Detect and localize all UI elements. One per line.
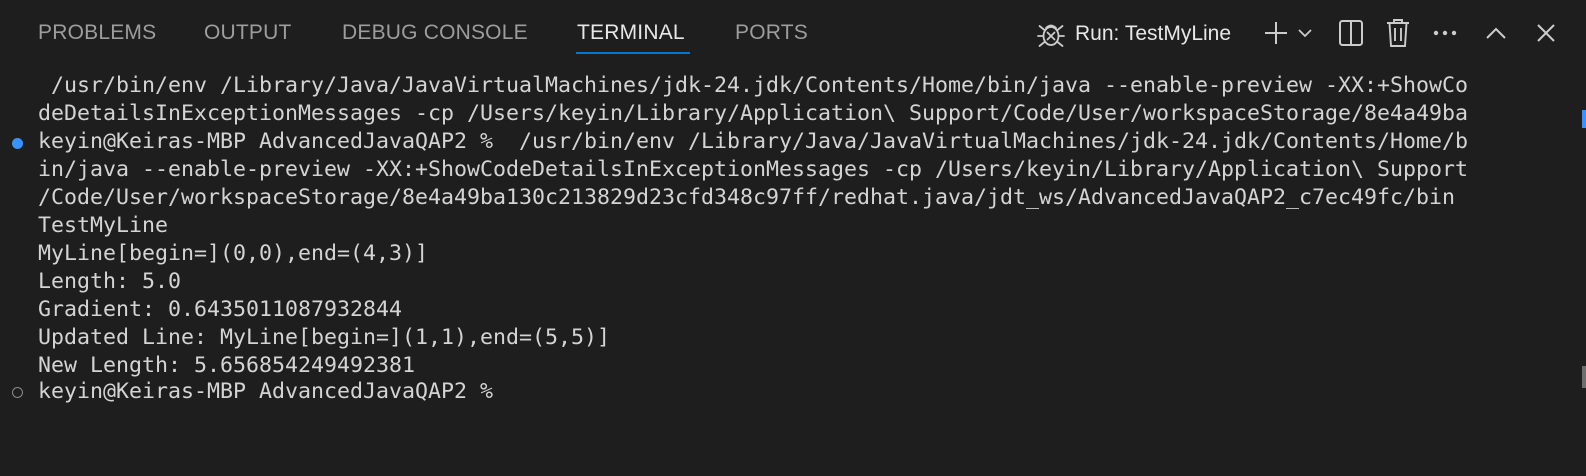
more-actions-button[interactable] <box>1431 20 1459 46</box>
terminal-line: TestMyLine <box>38 213 169 238</box>
maximize-panel-button[interactable] <box>1482 20 1510 46</box>
terminal-line: in/java --enable-preview -XX:+ShowCodeDe… <box>38 157 1469 182</box>
terminal-line: MyLine[begin=](0,0),end=(4,3)] <box>38 241 429 266</box>
terminal-line: Gradient: 0.6435011087932844 <box>38 297 403 322</box>
terminal-line: keyin@Keiras-MBP AdvancedJavaQAP2 % /usr… <box>38 129 1469 154</box>
scrollbar-marker <box>1582 110 1586 128</box>
plus-icon <box>1265 22 1287 44</box>
new-terminal-button[interactable] <box>1262 18 1290 48</box>
terminal-dropdown-button[interactable] <box>1296 22 1314 44</box>
kill-terminal-button[interactable] <box>1384 17 1412 49</box>
scrollbar-thumb[interactable] <box>1582 366 1586 388</box>
close-icon <box>1537 24 1555 42</box>
close-panel-button[interactable] <box>1532 19 1560 47</box>
tab-debug-console[interactable]: DEBUG CONSOLE <box>342 18 528 48</box>
terminal-output[interactable]: /usr/bin/env /Library/Java/JavaVirtualMa… <box>0 66 1586 476</box>
split-terminal-icon <box>1339 20 1363 46</box>
terminal-line: Length: 5.0 <box>38 269 182 294</box>
split-terminal-button[interactable] <box>1337 18 1365 48</box>
ellipsis-icon <box>1433 30 1457 36</box>
terminal-selector-button[interactable]: Run: TestMyLine <box>1034 14 1250 54</box>
terminal-line: New Length: 5.656854249492381 <box>38 353 416 378</box>
terminal-prompt-line: keyin@Keiras-MBP AdvancedJavaQAP2 % <box>38 379 507 404</box>
command-decoration-running[interactable] <box>12 138 23 149</box>
trash-icon <box>1387 19 1409 47</box>
tab-terminal[interactable]: TERMINAL <box>577 18 685 48</box>
chevron-up-icon <box>1486 27 1506 39</box>
terminal-line: Updated Line: MyLine[begin=](1,1),end=(5… <box>38 325 611 350</box>
tab-problems[interactable]: PROBLEMS <box>38 18 156 48</box>
terminal-line: deDetailsInExceptionMessages -cp /Users/… <box>38 101 1469 126</box>
terminal-line: /Code/User/workspaceStorage/8e4a49ba130c… <box>38 185 1469 210</box>
terminal-line: /usr/bin/env /Library/Java/JavaVirtualMa… <box>38 73 1469 98</box>
command-decoration-empty[interactable] <box>12 387 23 398</box>
chevron-down-icon <box>1298 29 1312 38</box>
tab-output[interactable]: OUTPUT <box>204 18 292 48</box>
terminal-name-label: Run: TestMyLine <box>1075 22 1232 45</box>
panel-tab-bar: PROBLEMS OUTPUT DEBUG CONSOLE TERMINAL P… <box>0 0 1586 66</box>
bug-icon <box>1037 24 1065 47</box>
active-tab-indicator <box>576 52 690 54</box>
tab-ports[interactable]: PORTS <box>735 18 808 48</box>
